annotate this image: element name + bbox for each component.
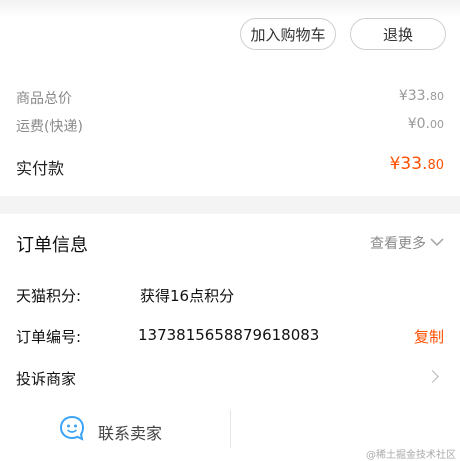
- complaint-label[interactable]: 投诉商家: [16, 368, 76, 389]
- paid-label: 实付款: [16, 159, 65, 178]
- goods-total-label: 商品总价: [16, 91, 72, 107]
- shipping-label: 运费(快递): [16, 119, 83, 135]
- add-to-cart-label: 加入购物车: [250, 25, 326, 44]
- footer-divider: [230, 410, 231, 448]
- view-more-label: 查看更多: [370, 236, 426, 252]
- chevron-down-icon: [430, 235, 444, 251]
- order-number-label: 订单编号:: [16, 328, 82, 346]
- goods-total-value: ¥33.80: [398, 88, 444, 104]
- paid-value: ¥33.80: [389, 154, 444, 174]
- chat-bubble-icon: [58, 414, 86, 446]
- exchange-button[interactable]: 退换: [350, 18, 446, 50]
- view-more-link[interactable]: 查看更多: [370, 233, 444, 253]
- section-separator: [0, 196, 460, 214]
- order-info-title: 订单信息: [16, 235, 88, 256]
- shipping-value: ¥0.00: [407, 116, 444, 132]
- copy-button[interactable]: 复制: [414, 326, 444, 347]
- points-label: 天猫积分:: [16, 287, 82, 305]
- watermark: @稀土掘金技术社区: [366, 450, 456, 461]
- contact-seller-button[interactable]: 联系卖家: [98, 420, 162, 444]
- exchange-label: 退换: [382, 25, 413, 44]
- top-gradient: [0, 0, 460, 18]
- order-number-value: 1373815658879618083: [138, 326, 320, 344]
- chevron-right-icon[interactable]: [426, 370, 439, 383]
- points-value: 获得16点积分: [140, 287, 235, 305]
- add-to-cart-button[interactable]: 加入购物车: [240, 18, 336, 50]
